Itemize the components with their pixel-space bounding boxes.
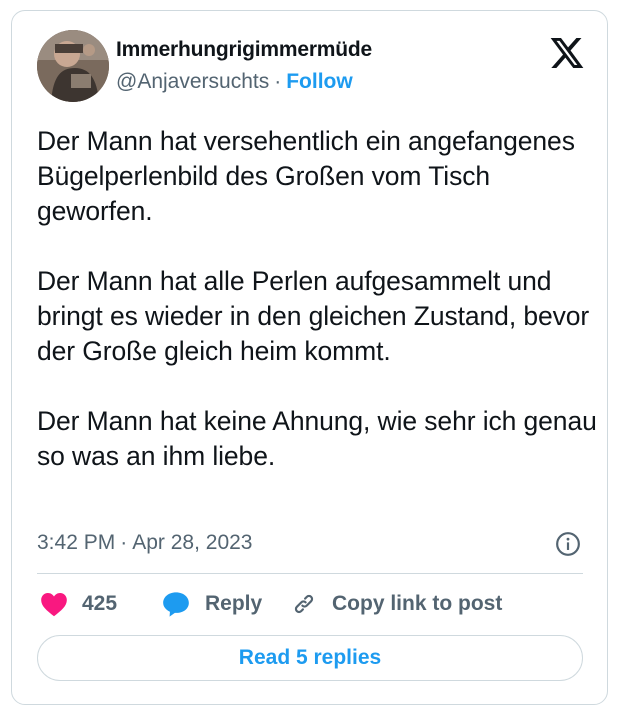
author-handle-row: @Anjaversuchts · Follow bbox=[116, 70, 353, 94]
tweet-timestamp[interactable]: 3:42 PM · Apr 28, 2023 bbox=[37, 531, 252, 555]
divider bbox=[37, 573, 583, 574]
tweet-card: Immerhungrigimmermüde @Anjaversuchts · Fol… bbox=[11, 10, 608, 705]
tweet-time: 3:42 PM bbox=[37, 531, 116, 554]
tweet-paragraph: Der Mann hat keine Ahnung, wie sehr ich … bbox=[37, 406, 597, 471]
avatar[interactable] bbox=[37, 30, 109, 102]
tweet-text: Der Mann hat versehentlich ein angefange… bbox=[37, 124, 597, 474]
avatar-image bbox=[37, 30, 109, 102]
reply-button[interactable]: Reply bbox=[162, 589, 262, 619]
heart-icon bbox=[41, 593, 67, 617]
follow-link[interactable]: Follow bbox=[286, 70, 353, 93]
tweet-paragraph: Der Mann hat alle Perlen aufgesammelt un… bbox=[37, 266, 590, 366]
timestamp-separator: · bbox=[120, 531, 128, 554]
link-icon bbox=[294, 594, 314, 614]
like-count: 425 bbox=[82, 592, 118, 615]
x-logo-icon[interactable] bbox=[550, 38, 584, 68]
tweet-paragraph: Der Mann hat versehentlich ein angefange… bbox=[37, 126, 575, 226]
reply-label: Reply bbox=[205, 592, 263, 615]
info-icon[interactable] bbox=[555, 531, 581, 557]
author-handle[interactable]: @Anjaversuchts bbox=[116, 70, 269, 93]
copy-link-button[interactable]: Copy link to post bbox=[291, 589, 502, 619]
like-button[interactable]: 425 bbox=[40, 589, 117, 619]
read-replies-button[interactable]: Read 5 replies bbox=[37, 635, 583, 681]
author-display-name[interactable]: Immerhungrigimmermüde bbox=[116, 38, 372, 62]
handle-separator: · bbox=[274, 70, 282, 93]
tweet-date: Apr 28, 2023 bbox=[132, 531, 253, 554]
reply-bubble-icon bbox=[163, 592, 189, 617]
read-replies-label: Read 5 replies bbox=[238, 646, 382, 669]
copy-link-label: Copy link to post bbox=[332, 592, 503, 615]
